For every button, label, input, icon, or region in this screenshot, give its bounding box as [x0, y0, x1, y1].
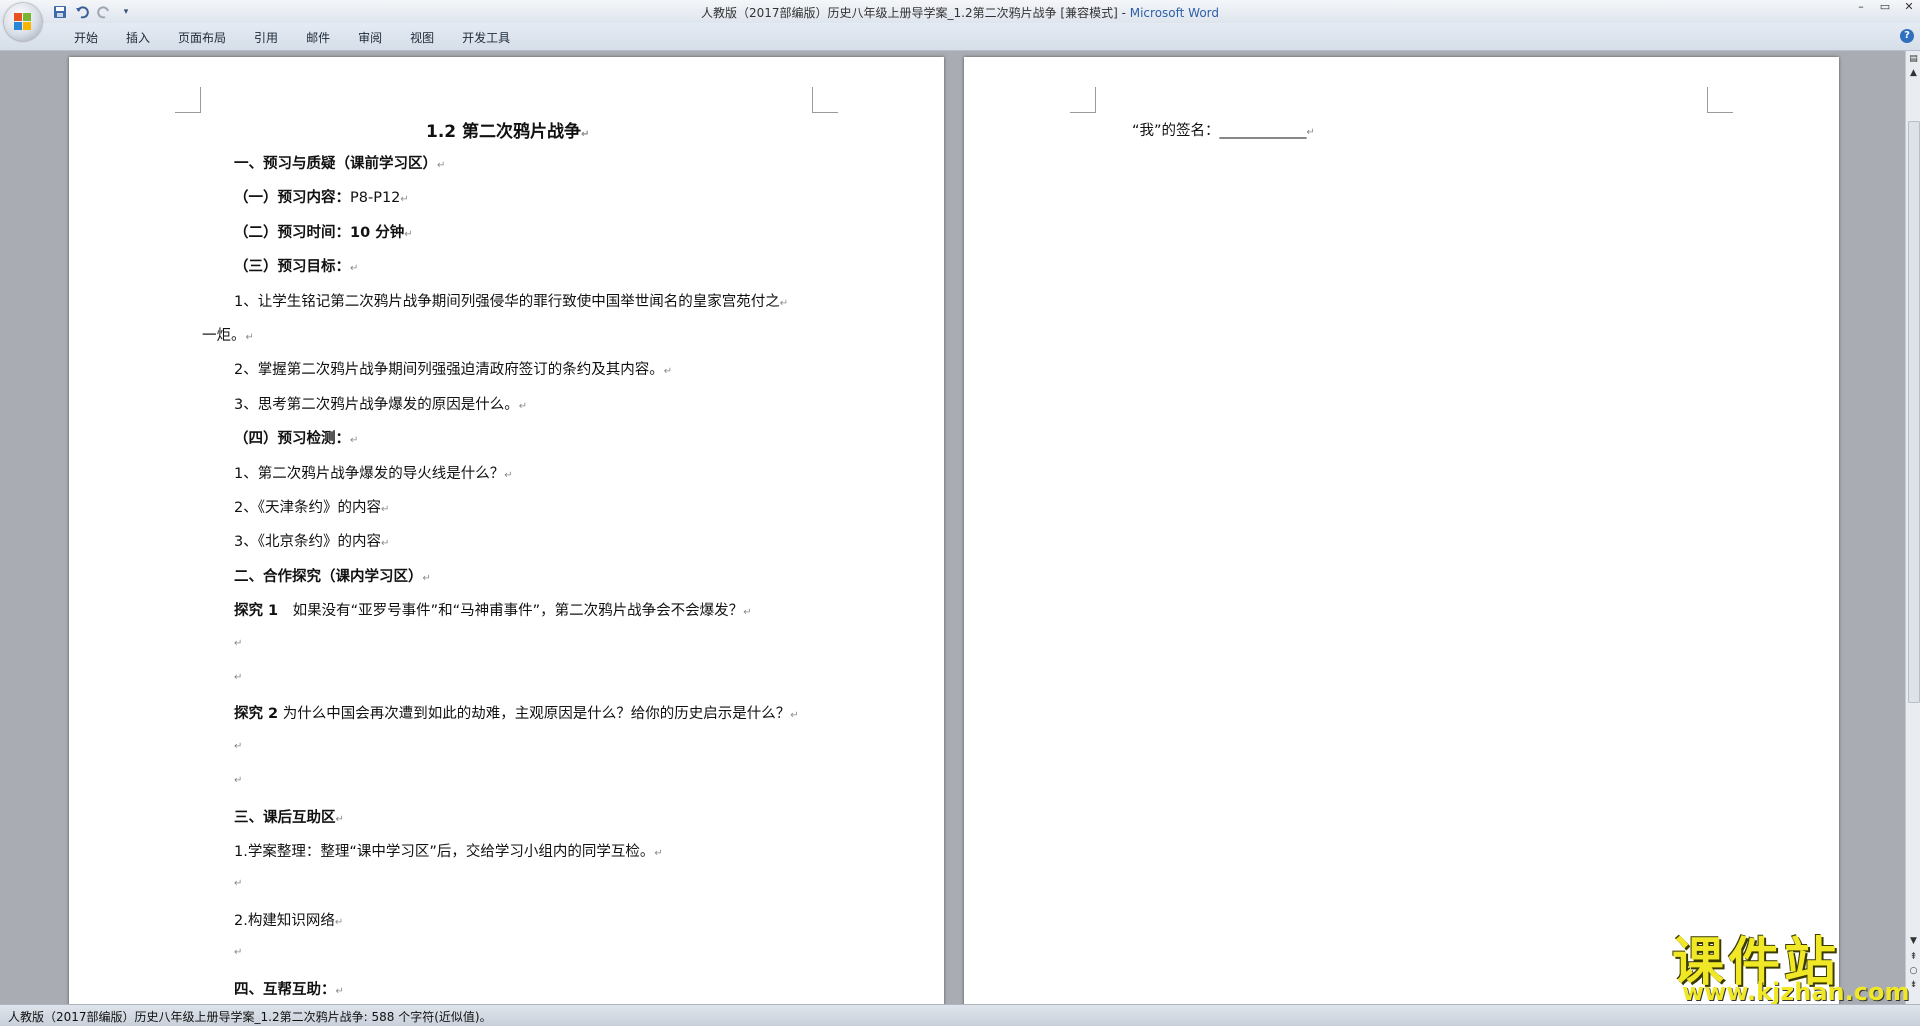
crop-mark: [1070, 87, 1096, 113]
document-paragraph: 三、课后互助区↵: [234, 809, 344, 826]
tab-developer[interactable]: 开发工具: [448, 29, 524, 46]
document-paragraph: （一）预习内容：P8-P12↵: [234, 190, 409, 207]
title-bar: ▾ 人教版（2017部编版）历史八年级上册导学案_1.2第二次鸦片战争 [兼容模…: [0, 0, 1920, 24]
document-paragraph: 探究 1 如果没有“亚罗号事件”和“马神甫事件”，第二次鸦片战争会不会爆发？↵: [234, 603, 752, 620]
window-controls: – ▭ ✕: [1854, 0, 1916, 13]
office-button[interactable]: [4, 3, 42, 41]
document-paragraph: 四、互帮互助：↵: [234, 981, 344, 998]
ribbon: 开始 插入 页面布局 引用 邮件 审阅 视图 开发工具 ?: [0, 23, 1920, 51]
empty-paragraph: ↵: [234, 947, 243, 959]
status-bar: 人教版（2017部编版）历史八年级上册导学案_1.2第二次鸦片战争: 588 个…: [0, 1004, 1920, 1026]
document-heading: 1.2 第二次鸦片战争↵: [426, 122, 590, 142]
browse-object-icon[interactable]: ○: [1907, 965, 1920, 977]
document-paragraph: 3、《北京条约》的内容↵: [234, 534, 390, 551]
empty-paragraph: ↵: [234, 740, 243, 752]
app-name: Microsoft Word: [1129, 6, 1220, 20]
document-paragraph: （二）预习时间：10 分钟↵: [234, 224, 413, 241]
empty-paragraph: ↵: [234, 637, 243, 649]
tab-references[interactable]: 引用: [240, 29, 292, 46]
crop-mark: [175, 87, 201, 113]
tab-home[interactable]: 开始: [60, 29, 112, 46]
scroll-down-icon[interactable]: ▼: [1907, 935, 1920, 947]
document-paragraph: 一、预习与质疑（课前学习区）↵: [234, 156, 446, 172]
watermark-logo: 课件站 www.kjzhan.com: [1668, 920, 1909, 1006]
minimize-button[interactable]: –: [1854, 0, 1868, 13]
crop-mark: [812, 87, 838, 113]
document-paragraph: 1.学案整理：整理“课中学习区”后，交给学习小组内的同学互检。↵: [234, 844, 663, 860]
previous-page-icon[interactable]: ⇞: [1907, 951, 1920, 963]
help-icon[interactable]: ?: [1900, 29, 1914, 43]
window-title: 人教版（2017部编版）历史八年级上册导学案_1.2第二次鸦片战争 [兼容模式]…: [0, 4, 1920, 21]
tab-view[interactable]: 视图: [396, 29, 448, 46]
document-page-2[interactable]: “我”的签名：____________↵: [964, 57, 1839, 1004]
office-logo-icon: [14, 13, 32, 31]
status-text: 人教版（2017部编版）历史八年级上册导学案_1.2第二次鸦片战争: 588 个…: [8, 1010, 492, 1024]
document-paragraph: （三）预习目标：↵: [234, 259, 359, 276]
tab-insert[interactable]: 插入: [112, 29, 164, 46]
document-paragraph: 一炬。↵: [202, 328, 254, 344]
ribbon-tabs: 开始 插入 页面布局 引用 邮件 审阅 视图 开发工具: [60, 29, 524, 46]
empty-paragraph: ↵: [234, 878, 243, 890]
empty-paragraph: ↵: [234, 775, 243, 787]
document-paragraph: 1、第二次鸦片战争爆发的导火线是什么？↵: [234, 465, 513, 482]
close-button[interactable]: ✕: [1902, 0, 1916, 13]
document-paragraph: 2、《天津条约》的内容↵: [234, 500, 390, 516]
signature-line: “我”的签名：____________↵: [1132, 123, 1315, 139]
tab-page-layout[interactable]: 页面布局: [164, 29, 240, 46]
scroll-thumb[interactable]: [1908, 121, 1920, 703]
document-paragraph: 2.构建知识网络↵: [234, 912, 344, 929]
document-title: 人教版（2017部编版）历史八年级上册导学案_1.2第二次鸦片战争 [兼容模式]…: [700, 6, 1130, 20]
crop-mark: [1707, 87, 1733, 113]
scroll-up-icon[interactable]: ▲: [1907, 67, 1920, 79]
document-paragraph: 1、让学生铭记第二次鸦片战争期间列强侵华的罪行致使中国举世闻名的皇家宫苑付之↵: [234, 293, 789, 310]
empty-paragraph: ↵: [234, 672, 243, 683]
document-paragraph: （四）预习检测：↵: [234, 431, 359, 448]
document-paragraph: 探究 2 为什么中国会再次遭到如此的劫难，主观原因是什么？给你的历史启示是什么？…: [234, 706, 799, 723]
maximize-button[interactable]: ▭: [1878, 0, 1892, 13]
vertical-scrollbar[interactable]: ▤ ▲ ▼ ⇞ ○ ⇟: [1905, 51, 1920, 1004]
tab-mailings[interactable]: 邮件: [292, 29, 344, 46]
document-workspace: 1.2 第二次鸦片战争↵ 一、预习与质疑（课前学习区）↵ （一）预习内容：P8-P…: [0, 51, 1905, 1004]
tab-review[interactable]: 审阅: [344, 29, 396, 46]
document-paragraph: 二、合作探究（课内学习区）↵: [234, 568, 431, 585]
document-paragraph: 3、思考第二次鸦片战争爆发的原因是什么。↵: [234, 396, 528, 413]
ruler-toggle-icon[interactable]: ▤: [1907, 53, 1920, 65]
document-paragraph: 2、掌握第二次鸦片战争期间列强强迫清政府签订的条约及其内容。↵: [234, 362, 673, 379]
watermark-url: www.kjzhan.com: [1682, 978, 1910, 1006]
document-page-1[interactable]: 1.2 第二次鸦片战争↵ 一、预习与质疑（课前学习区）↵ （一）预习内容：P8-P…: [69, 57, 944, 1004]
